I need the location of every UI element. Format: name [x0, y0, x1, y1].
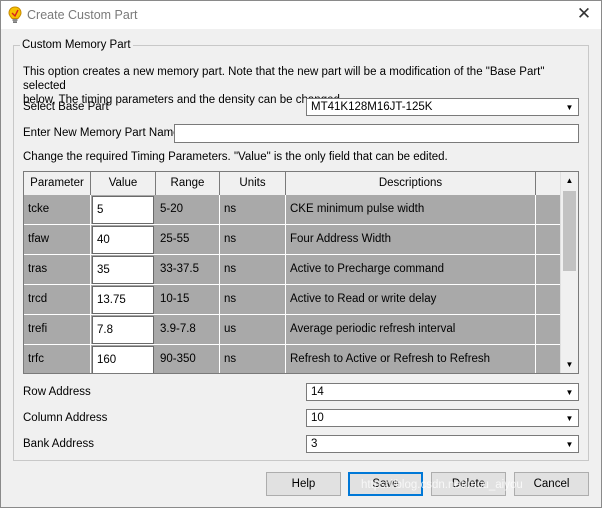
group-legend: Custom Memory Part: [22, 39, 131, 51]
cell-parameter: tfaw: [24, 225, 91, 254]
cell-units: ns: [220, 345, 286, 373]
table-row: tras 35 33-37.5 ns Active to Precharge c…: [24, 255, 561, 285]
table-row: trcd 13.75 10-15 ns Active to Read or wr…: [24, 285, 561, 315]
cell-description: Active to Read or write delay: [286, 285, 536, 314]
cancel-button[interactable]: Cancel: [514, 472, 589, 496]
cell-range: 10-15: [156, 285, 220, 314]
info-line-1: This option creates a new memory part. N…: [23, 66, 545, 92]
cell-description: Active to Precharge command: [286, 255, 536, 284]
scroll-up-icon[interactable]: ▲: [561, 172, 578, 189]
row-address-label: Row Address: [23, 386, 91, 398]
cell-value-input[interactable]: 13.75: [92, 286, 154, 314]
table-row: tcke 5 5-20 ns CKE minimum pulse width: [24, 195, 561, 225]
cell-description: CKE minimum pulse width: [286, 195, 536, 224]
timing-note: Change the required Timing Parameters. "…: [23, 151, 448, 163]
cell-description: Refresh to Active or Refresh to Refresh: [286, 345, 536, 373]
column-address-value: 10: [311, 412, 324, 424]
cell-value-input[interactable]: 40: [92, 226, 154, 254]
dialog-window: Create Custom Part ✕ Custom Memory Part …: [0, 0, 602, 508]
table-header: Parameter Value Range Units Descriptions: [24, 172, 561, 196]
column-address-label: Column Address: [23, 412, 108, 424]
scroll-down-icon[interactable]: ▼: [561, 356, 578, 373]
cell-parameter: trefi: [24, 315, 91, 344]
cell-range: 25-55: [156, 225, 220, 254]
cell-parameter: tras: [24, 255, 91, 284]
row-address-select[interactable]: 14 ▼: [306, 383, 579, 401]
chevron-down-icon[interactable]: ▼: [562, 437, 577, 451]
col-header-range: Range: [156, 172, 220, 195]
timing-table: Parameter Value Range Units Descriptions…: [23, 171, 579, 374]
cell-description: Average periodic refresh interval: [286, 315, 536, 344]
cell-range: 3.9-7.8: [156, 315, 220, 344]
cell-value-input[interactable]: 160: [92, 346, 154, 373]
scroll-thumb[interactable]: [563, 191, 576, 271]
cell-value-input[interactable]: 5: [92, 196, 154, 224]
table-row: tfaw 40 25-55 ns Four Address Width: [24, 225, 561, 255]
chevron-down-icon[interactable]: ▼: [562, 100, 577, 114]
cell-range: 33-37.5: [156, 255, 220, 284]
col-header-parameter: Parameter: [24, 172, 91, 195]
cell-units: ns: [220, 285, 286, 314]
table-row: trefi 7.8 3.9-7.8 us Average periodic re…: [24, 315, 561, 345]
lightbulb-icon: [8, 6, 22, 23]
cell-range: 90-350: [156, 345, 220, 373]
cell-units: ns: [220, 195, 286, 224]
table-row: trfc 160 90-350 ns Refresh to Active or …: [24, 345, 561, 373]
base-part-select[interactable]: MT41K128M16JT-125K ▼: [306, 98, 579, 116]
cell-parameter: trcd: [24, 285, 91, 314]
cell-description: Four Address Width: [286, 225, 536, 254]
cell-parameter: trfc: [24, 345, 91, 373]
title-bar: Create Custom Part ✕: [1, 1, 601, 29]
bank-address-value: 3: [311, 438, 318, 450]
delete-button[interactable]: Delete: [431, 472, 506, 496]
column-address-select[interactable]: 10 ▼: [306, 409, 579, 427]
cell-units: ns: [220, 225, 286, 254]
col-header-units: Units: [220, 172, 286, 195]
bank-address-select[interactable]: 3 ▼: [306, 435, 579, 453]
cell-parameter: tcke: [24, 195, 91, 224]
close-icon[interactable]: ✕: [575, 5, 593, 23]
new-name-input[interactable]: [174, 124, 579, 143]
base-part-value: MT41K128M16JT-125K: [311, 101, 433, 113]
save-button[interactable]: Save: [348, 472, 423, 496]
new-name-label: Enter New Memory Part Name: [23, 127, 180, 139]
chevron-down-icon[interactable]: ▼: [562, 385, 577, 399]
cell-value-input[interactable]: 35: [92, 256, 154, 284]
base-part-label: Select Base Part: [23, 101, 109, 113]
chevron-down-icon[interactable]: ▼: [562, 411, 577, 425]
table-scrollbar[interactable]: ▲ ▼: [560, 172, 578, 373]
col-header-value: Value: [91, 172, 156, 195]
help-button[interactable]: Help: [266, 472, 341, 496]
window-title: Create Custom Part: [27, 8, 138, 22]
cell-units: ns: [220, 255, 286, 284]
col-header-descriptions: Descriptions: [286, 172, 536, 195]
cell-value-input[interactable]: 7.8: [92, 316, 154, 344]
bank-address-label: Bank Address: [23, 438, 94, 450]
cell-range: 5-20: [156, 195, 220, 224]
row-address-value: 14: [311, 386, 324, 398]
cell-units: us: [220, 315, 286, 344]
